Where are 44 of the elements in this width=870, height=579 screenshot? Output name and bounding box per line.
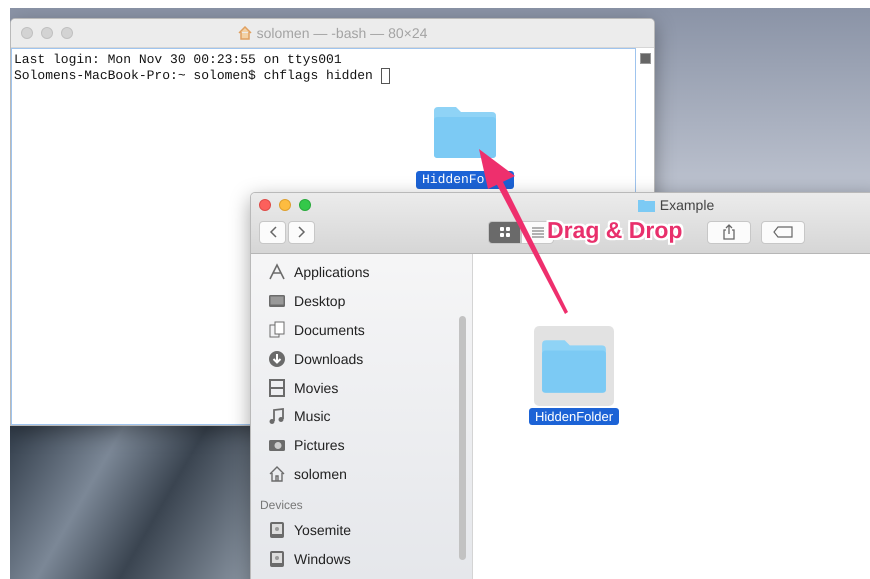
download-icon — [268, 350, 286, 368]
sidebar-item[interactable]: solomen — [294, 466, 347, 482]
home-icon — [268, 464, 286, 483]
sidebar-item[interactable]: Pictures — [294, 437, 345, 454]
sidebar-item[interactable]: Applications — [294, 264, 370, 280]
applications-icon — [268, 263, 286, 282]
list-icon — [530, 226, 544, 238]
terminal-line: Solomens-MacBook-Pro:~ solomen$ chflags hidden — [14, 68, 374, 84]
folder-tile[interactable] — [534, 326, 614, 406]
minimize-button[interactable] — [279, 199, 291, 211]
folder-icon — [432, 105, 498, 159]
sidebar-section-header: Devices — [260, 497, 304, 514]
text-cursor — [380, 68, 390, 84]
back-button[interactable] — [259, 220, 286, 244]
window-title: solomen — -bash — 80×24 — [256, 25, 428, 41]
sidebar-item[interactable]: Windows — [294, 550, 351, 567]
sidebar-item[interactable]: Music — [294, 408, 331, 424]
close-button[interactable] — [259, 199, 271, 211]
tags-button[interactable] — [761, 220, 805, 244]
folder-icon — [540, 338, 608, 394]
scroll-indicator — [640, 53, 651, 64]
film-icon — [268, 378, 286, 397]
folder-icon — [638, 198, 655, 212]
terminal-line: Last login: Mon Nov 30 00:23:55 on ttys001 — [14, 52, 342, 68]
folder-label: HiddenFolder — [529, 408, 620, 425]
chevron-right-icon — [298, 226, 306, 238]
sidebar-item[interactable]: Documents — [294, 322, 365, 338]
music-note-icon — [268, 407, 286, 426]
sidebar-item[interactable]: Yosemite — [294, 522, 352, 538]
annotation-text: Drag & Drop — [547, 217, 682, 244]
share-button[interactable] — [707, 220, 751, 244]
view-mode-button[interactable] — [488, 220, 521, 244]
tag-icon — [773, 226, 793, 238]
home-icon — [238, 26, 252, 40]
share-icon — [722, 224, 736, 240]
grid-icon — [498, 226, 512, 238]
window-title: Example — [660, 197, 714, 213]
sidebar-item[interactable]: Desktop — [294, 293, 346, 310]
forward-button[interactable] — [288, 220, 315, 244]
documents-icon — [268, 320, 286, 339]
sidebar-item[interactable]: Movies — [294, 380, 338, 396]
zoom-button[interactable] — [299, 199, 311, 211]
chevron-left-icon — [268, 226, 276, 238]
sidebar-item[interactable]: Downloads — [294, 350, 364, 367]
